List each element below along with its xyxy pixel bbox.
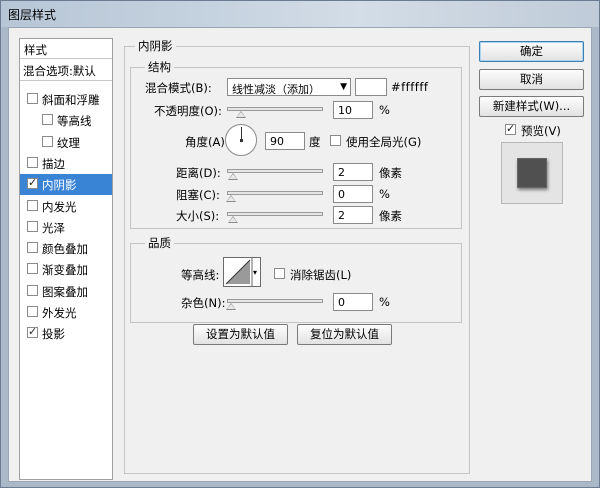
global-light-checkbox[interactable]: [330, 135, 341, 146]
quality-group: [130, 243, 462, 323]
style-list-checkbox[interactable]: [27, 176, 38, 190]
style-list-checkbox[interactable]: [27, 263, 38, 275]
style-list-checkbox[interactable]: [27, 156, 38, 168]
inner-shadow-title: 内阴影: [135, 38, 176, 54]
style-list-label: 描边: [42, 156, 65, 171]
blend-mode-label: 混合模式(B):: [145, 81, 212, 95]
svg-text:▾: ▾: [253, 268, 257, 277]
global-light-label: 使用全局光(G): [346, 135, 422, 149]
style-list-label: 斜面和浮雕: [42, 93, 100, 107]
new-style-button[interactable]: 新建样式(W)...: [479, 96, 584, 117]
angle-dial[interactable]: [225, 124, 257, 156]
noise-slider-track[interactable]: [227, 299, 323, 303]
style-list-item[interactable]: 斜面和浮雕: [20, 89, 112, 110]
blend-options-item[interactable]: 混合选项:默认: [20, 60, 112, 81]
style-list-item[interactable]: 描边: [20, 153, 112, 174]
noise-label: 杂色(N):: [181, 296, 226, 310]
style-list-label: 纹理: [57, 135, 80, 150]
layer-style-dialog: 图层样式 样式 混合选项:默认 斜面和浮雕等高线纹理描边内阴影内发光光泽颜色叠加…: [0, 0, 600, 488]
style-list-item[interactable]: 投影: [20, 323, 112, 344]
size-input[interactable]: 2: [333, 206, 373, 224]
contour-picker[interactable]: ▾: [223, 257, 261, 287]
style-list-label: 光泽: [42, 220, 65, 235]
quality-title: 品质: [145, 235, 174, 251]
style-list-checkbox[interactable]: [27, 93, 38, 104]
style-list-label: 内阴影: [42, 178, 77, 193]
style-list-item[interactable]: 内阴影: [20, 174, 112, 196]
contour-label: 等高线:: [181, 268, 220, 282]
contour-curve-icon: ▾: [225, 258, 257, 286]
angle-dial-center: [240, 139, 243, 142]
opacity-slider-thumb[interactable]: [235, 111, 246, 118]
noise-unit: %: [379, 295, 390, 309]
distance-unit: 像素: [379, 166, 402, 180]
set-default-button[interactable]: 设置为默认值: [193, 324, 288, 345]
style-list-checkbox[interactable]: [42, 135, 53, 147]
choke-unit: %: [379, 187, 390, 201]
angle-unit: 度: [309, 135, 321, 149]
style-list-item[interactable]: 渐变叠加: [20, 259, 112, 280]
style-list-checkbox[interactable]: [27, 325, 38, 339]
noise-slider-thumb[interactable]: [226, 303, 236, 310]
style-list-label: 投影: [42, 327, 65, 342]
structure-title: 结构: [145, 59, 174, 75]
size-label: 大小(S):: [176, 209, 220, 223]
style-list-checkbox[interactable]: [42, 114, 53, 126]
style-list-label: 内发光: [42, 199, 77, 214]
style-list-checkbox[interactable]: [27, 284, 38, 296]
window-title: 图层样式: [8, 8, 57, 22]
choke-slider-track[interactable]: [227, 191, 323, 195]
style-list-item[interactable]: 内发光: [20, 196, 112, 217]
style-preview-swatch: [517, 158, 547, 188]
style-list-item[interactable]: 外发光: [20, 302, 112, 323]
style-list-item[interactable]: 等高线: [20, 110, 112, 131]
style-list-label: 外发光: [42, 306, 77, 320]
style-list-item[interactable]: 颜色叠加: [20, 238, 112, 259]
distance-slider-track[interactable]: [227, 169, 323, 173]
reset-default-button[interactable]: 复位为默认值: [297, 324, 392, 345]
dialog-body: 样式 混合选项:默认 斜面和浮雕等高线纹理描边内阴影内发光光泽颜色叠加渐变叠加图…: [8, 27, 592, 482]
opacity-unit: %: [379, 103, 390, 117]
choke-input[interactable]: 0: [333, 185, 373, 203]
angle-input[interactable]: 90: [265, 132, 305, 150]
choke-slider-thumb[interactable]: [226, 195, 236, 202]
size-slider-track[interactable]: [227, 212, 323, 216]
style-list-item[interactable]: 纹理: [20, 132, 112, 153]
style-list-checkbox[interactable]: [27, 199, 38, 211]
chevron-down-icon: ▼: [340, 82, 347, 92]
choke-label: 阻塞(C):: [176, 188, 220, 202]
style-list-item[interactable]: 图案叠加: [20, 281, 112, 302]
blend-mode-value: 线性减淡（添加）: [232, 83, 320, 96]
angle-label: 角度(A):: [185, 135, 229, 149]
style-list-label: 渐变叠加: [42, 263, 88, 278]
noise-input[interactable]: 0: [333, 293, 373, 311]
size-slider-thumb[interactable]: [227, 216, 238, 223]
preview-checkbox[interactable]: [505, 122, 516, 136]
style-preview: [501, 142, 563, 204]
style-list: 样式 混合选项:默认 斜面和浮雕等高线纹理描边内阴影内发光光泽颜色叠加渐变叠加图…: [19, 38, 113, 480]
style-list-checkbox[interactable]: [27, 242, 38, 254]
opacity-label: 不透明度(O):: [154, 104, 222, 118]
style-list-label: 等高线: [57, 114, 92, 129]
size-unit: 像素: [379, 209, 402, 223]
blend-mode-select[interactable]: 线性减淡（添加） ▼: [227, 78, 351, 96]
shadow-color-hex: #ffffff: [391, 80, 429, 94]
preview-label: 预览(V): [521, 124, 561, 138]
style-list-checkbox[interactable]: [27, 306, 38, 317]
shadow-color-swatch[interactable]: [355, 78, 387, 96]
distance-slider-thumb[interactable]: [227, 173, 238, 180]
distance-input[interactable]: 2: [333, 163, 373, 181]
style-list-item[interactable]: 光泽: [20, 217, 112, 238]
opacity-input[interactable]: 10: [333, 101, 373, 119]
ok-button[interactable]: 确定: [479, 41, 584, 62]
title-bar[interactable]: 图层样式: [1, 1, 599, 27]
style-list-header[interactable]: 样式: [20, 39, 112, 59]
style-list-label: 颜色叠加: [42, 242, 88, 257]
style-list-label: 图案叠加: [42, 284, 88, 299]
cancel-button[interactable]: 取消: [479, 69, 584, 90]
anti-alias-checkbox[interactable]: [274, 268, 285, 279]
style-list-checkbox[interactable]: [27, 220, 38, 232]
anti-alias-label: 消除锯齿(L): [290, 268, 352, 282]
distance-label: 距离(D):: [176, 166, 221, 180]
